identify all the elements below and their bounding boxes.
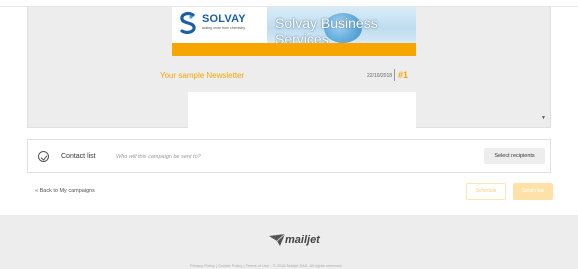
- schedule-button[interactable]: Schedule: [466, 183, 506, 200]
- newsletter-banner: SOLVAY asking more from chemistry Solvay…: [172, 7, 416, 43]
- contact-list-row: Contact list Who will this campaign be s…: [27, 139, 551, 173]
- mailjet-logo[interactable]: mailjet: [269, 232, 329, 250]
- send-now-button[interactable]: Send now: [513, 183, 553, 200]
- recipients-hint: Who will this campaign be sent to?: [116, 153, 201, 160]
- mailjet-wordmark: mailjet: [285, 234, 320, 246]
- newsletter-body: [188, 92, 416, 128]
- contact-list-label: Contact list: [61, 153, 96, 160]
- banner-accent-bar: [172, 43, 416, 56]
- select-recipients-button[interactable]: Select recipients: [484, 148, 545, 164]
- back-to-campaigns-link[interactable]: « Back to My campaigns: [35, 188, 95, 194]
- newsletter-title: Your sample Newsletter: [160, 71, 245, 80]
- page-footer: mailjet Privacy Policy | Cookie Policy |…: [0, 215, 578, 269]
- newsletter-separator: [394, 69, 395, 81]
- solvay-logo-icon: [180, 12, 196, 34]
- footer-links[interactable]: Privacy Policy | Cookie Policy | Terms o…: [190, 263, 343, 268]
- check-circle-icon: [38, 151, 49, 162]
- newsletter-number: #1: [398, 70, 409, 80]
- newsletter-preview-pane[interactable]: SOLVAY asking more from chemistry Solvay…: [27, 7, 551, 128]
- top-rule: [0, 0, 578, 7]
- brand-name: SOLVAY: [202, 13, 246, 25]
- scroll-down-icon[interactable]: ▼: [541, 115, 546, 121]
- newsletter-preview: SOLVAY asking more from chemistry Solvay…: [160, 7, 416, 128]
- brand-tagline: asking more from chemistry: [202, 26, 245, 30]
- banner-title: Solvay Business Services: [275, 15, 378, 43]
- newsletter-date: 22/10/2018: [367, 73, 393, 79]
- paper-plane-icon: [269, 234, 285, 246]
